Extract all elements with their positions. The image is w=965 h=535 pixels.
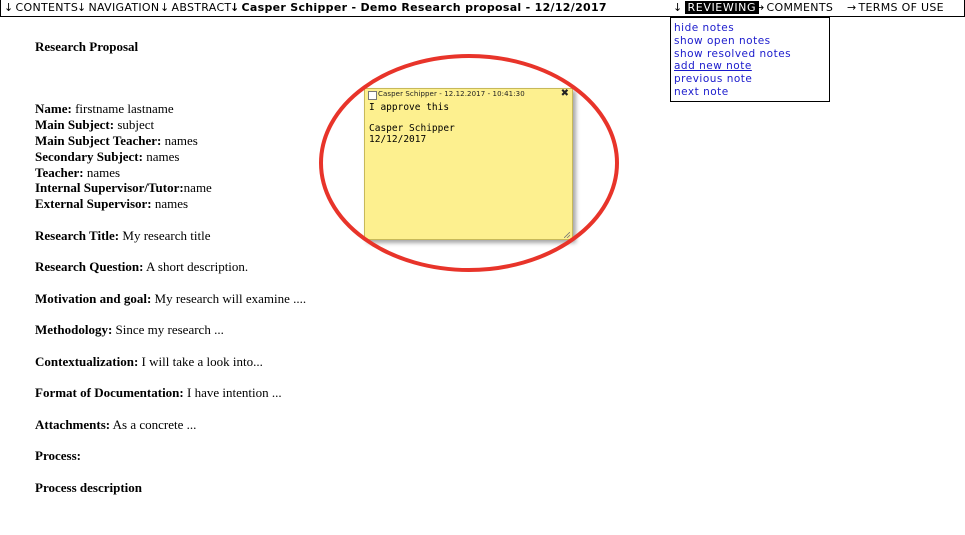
arrow-down-icon: ↓: [4, 1, 14, 14]
navigation-link[interactable]: ↓ NAVIGATION: [77, 0, 159, 16]
field-methodology: Methodology: Since my research ...: [35, 322, 224, 337]
show-resolved-notes-item[interactable]: show resolved notes: [674, 48, 791, 60]
field-contextualization: Contextualization: I will take a look in…: [35, 354, 263, 369]
field-attachments: Attachments: As a concrete ...: [35, 417, 197, 432]
hide-notes-item[interactable]: hide notes: [674, 22, 734, 34]
field-research-title: Research Title: My research title: [35, 228, 211, 243]
field-main-subject: Main Subject: subject: [35, 117, 155, 132]
arrow-right-icon: →: [847, 1, 857, 14]
arrow-down-icon: ↓: [160, 1, 170, 14]
document-heading: Research Proposal: [35, 39, 139, 54]
field-research-question: Research Question: A short description.: [35, 259, 249, 274]
sticky-note[interactable]: Casper Schipper - 12.12.2017 - 10:41:30 …: [364, 88, 573, 240]
field-process: Process:: [35, 448, 81, 463]
field-format-of-documentation: Format of Documentation: I have intentio…: [35, 385, 282, 400]
field-teacher: Teacher: names: [35, 165, 121, 180]
note-body-text[interactable]: I approve this Casper Schipper 12/12/201…: [365, 100, 572, 148]
resize-handle-icon[interactable]: [564, 232, 570, 238]
comments-link[interactable]: → COMMENTS: [755, 0, 833, 16]
field-main-subject-teacher: Main Subject Teacher: names: [35, 133, 198, 148]
arrow-down-icon: ↓: [230, 1, 240, 14]
terms-of-use-link[interactable]: → TERMS OF USE: [847, 0, 944, 16]
document-title-link[interactable]: ↓ Casper Schipper - Demo Research proposa…: [230, 0, 607, 16]
note-resolve-checkbox[interactable]: [368, 91, 377, 100]
contents-link[interactable]: ↓ CONTENTS: [4, 0, 78, 16]
field-name: Name: firstname lastname: [35, 101, 174, 116]
field-process-description: Process description: [35, 480, 142, 495]
top-navigation-bar: ↓ CONTENTS ↓ NAVIGATION ↓ ABSTRACT ↓ Casper …: [0, 0, 965, 17]
next-note-item[interactable]: next note: [674, 86, 729, 98]
arrow-down-icon: ↓: [77, 1, 87, 14]
field-external-supervisor: External Supervisor: names: [35, 196, 189, 211]
close-icon[interactable]: ✖: [561, 88, 569, 99]
arrow-down-icon: ↓: [673, 1, 683, 14]
reviewing-menu-toggle[interactable]: ↓ REVIEWING: [673, 0, 760, 16]
reviewing-dropdown: hide notes show open notes show resolved…: [670, 17, 830, 102]
field-motivation-and-goal: Motivation and goal: My research will ex…: [35, 291, 307, 306]
previous-note-item[interactable]: previous note: [674, 73, 752, 85]
add-new-note-item[interactable]: add new note: [674, 60, 752, 72]
note-header[interactable]: Casper Schipper - 12.12.2017 - 10:41:30 …: [365, 88, 572, 100]
field-internal-supervisor: Internal Supervisor/Tutor:name: [35, 180, 212, 195]
field-secondary-subject: Secondary Subject: names: [35, 149, 180, 164]
abstract-link[interactable]: ↓ ABSTRACT: [160, 0, 231, 16]
arrow-right-icon: →: [755, 1, 765, 14]
show-open-notes-item[interactable]: show open notes: [674, 35, 771, 47]
note-author-line: Casper Schipper - 12.12.2017 - 10:41:30: [378, 90, 525, 98]
